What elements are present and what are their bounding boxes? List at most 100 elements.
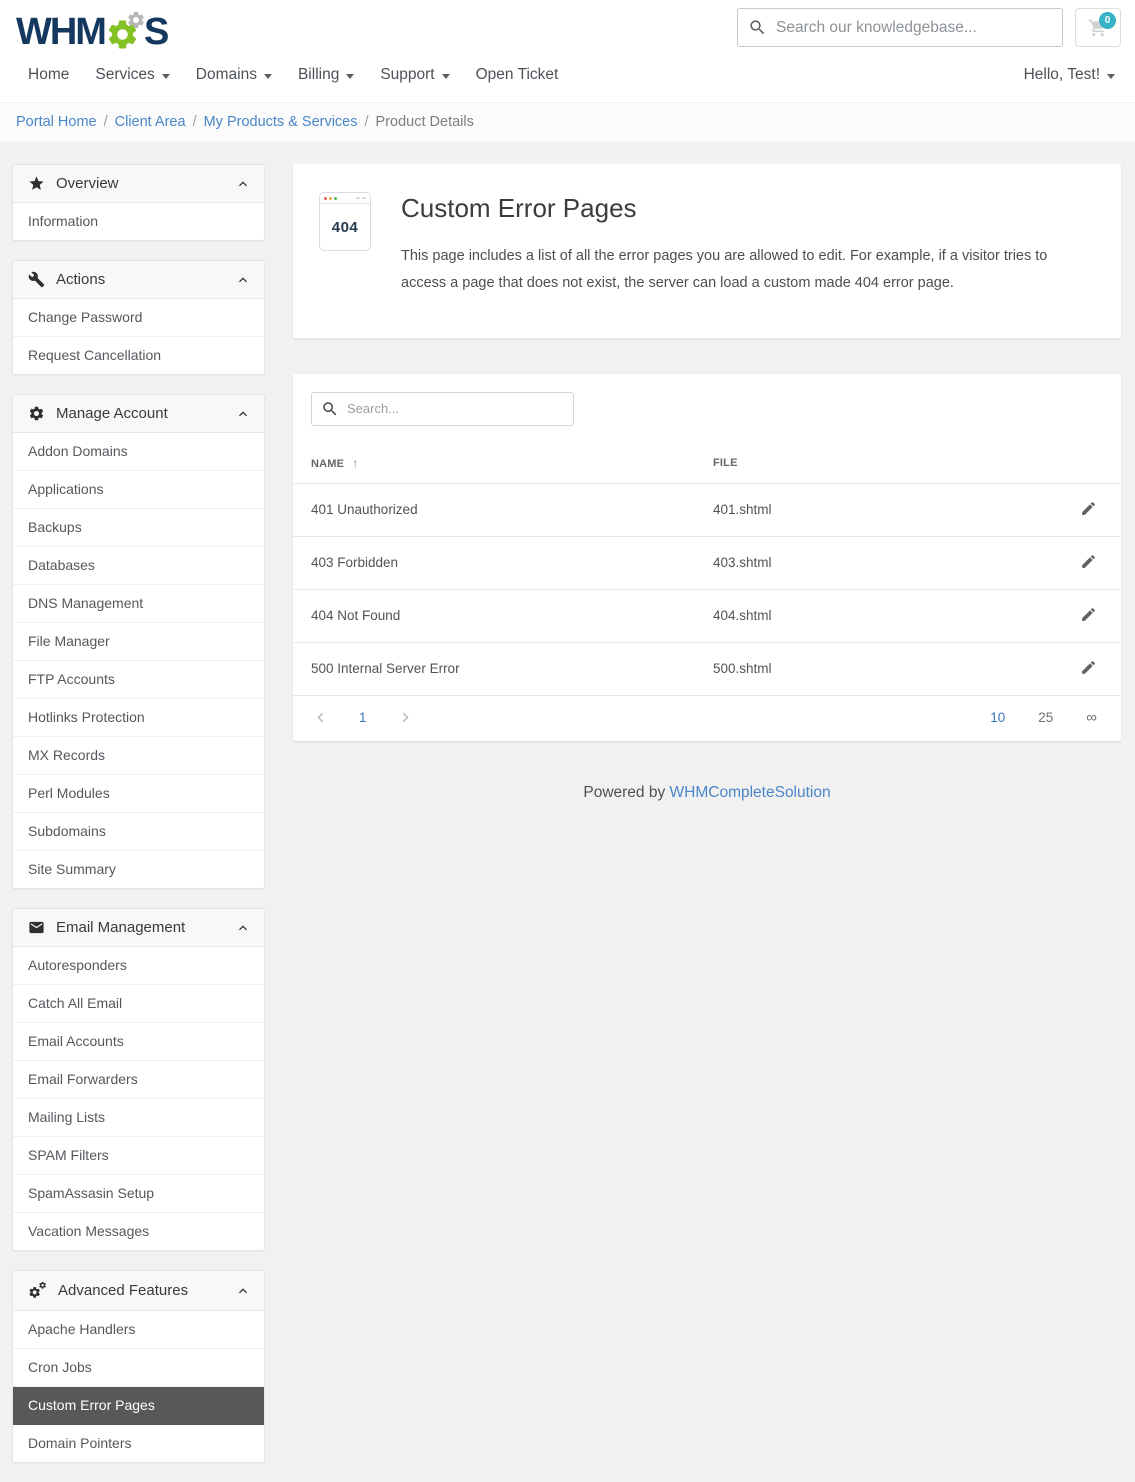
- sidebar-item-file-manager[interactable]: File Manager: [13, 623, 264, 661]
- caret-down-icon: [346, 74, 354, 79]
- panel-actions: Actions Change Password Request Cancella…: [12, 260, 265, 375]
- caret-down-icon: [264, 74, 272, 79]
- panel-header-actions[interactable]: Actions: [13, 261, 264, 299]
- sidebar-item-backups[interactable]: Backups: [13, 509, 264, 547]
- sidebar-item-addon-domains[interactable]: Addon Domains: [13, 433, 264, 471]
- sidebar: Overview Information Actions Change Pass…: [12, 164, 265, 1482]
- error-pages-table-card: NAME↑ FILE 401 Unauthorized 401.shtml 40…: [293, 374, 1121, 741]
- knowledgebase-search: [737, 8, 1063, 47]
- error-page-file: 403.shtml: [713, 536, 1059, 589]
- breadcrumb-my-products[interactable]: My Products & Services: [204, 114, 358, 130]
- edit-button[interactable]: [1080, 659, 1097, 676]
- sidebar-item-information[interactable]: Information: [13, 203, 264, 240]
- sidebar-item-dns-management[interactable]: DNS Management: [13, 585, 264, 623]
- caret-down-icon: [162, 74, 170, 79]
- sidebar-item-catch-all-email[interactable]: Catch All Email: [13, 985, 264, 1023]
- table-row: 401 Unauthorized 401.shtml: [293, 483, 1121, 536]
- page-description: This page includes a list of all the err…: [401, 243, 1091, 297]
- error-page-file: 500.shtml: [713, 642, 1059, 695]
- breadcrumb-client-area[interactable]: Client Area: [115, 114, 186, 130]
- panel-email-management: Email Management Autoresponders Catch Al…: [12, 908, 265, 1251]
- sidebar-item-databases[interactable]: Databases: [13, 547, 264, 585]
- sidebar-item-custom-error-pages[interactable]: Custom Error Pages: [13, 1387, 264, 1425]
- error-page-name: 401 Unauthorized: [293, 483, 713, 536]
- panel-header-overview[interactable]: Overview: [13, 165, 264, 203]
- previous-page-button[interactable]: [311, 708, 330, 727]
- chevron-up-icon: [235, 1283, 251, 1299]
- sidebar-item-email-forwarders[interactable]: Email Forwarders: [13, 1061, 264, 1099]
- edit-button[interactable]: [1080, 553, 1097, 570]
- panel-header-manage-account[interactable]: Manage Account: [13, 395, 264, 433]
- page-number[interactable]: 1: [359, 710, 367, 725]
- panel-title: Advanced Features: [58, 1282, 235, 1299]
- panel-overview: Overview Information: [12, 164, 265, 241]
- error-pages-table: NAME↑ FILE 401 Unauthorized 401.shtml 40…: [293, 440, 1121, 695]
- panel-header-advanced-features[interactable]: Advanced Features: [13, 1271, 264, 1311]
- nav-item-open-ticket[interactable]: Open Ticket: [463, 60, 572, 90]
- search-icon: [321, 400, 339, 418]
- page-size-25[interactable]: 25: [1038, 710, 1053, 725]
- cart-count-badge: 0: [1099, 12, 1116, 29]
- panel-header-email-management[interactable]: Email Management: [13, 909, 264, 947]
- gears-icon: [28, 1281, 47, 1300]
- caret-down-icon: [442, 74, 450, 79]
- error-page-file: 401.shtml: [713, 483, 1059, 536]
- table-search-input[interactable]: [347, 401, 564, 416]
- account-menu[interactable]: Hello, Test!: [1024, 66, 1119, 84]
- edit-icon: [1080, 606, 1097, 623]
- page-size-all[interactable]: ∞: [1086, 711, 1097, 724]
- next-page-button[interactable]: [396, 708, 415, 727]
- sidebar-item-cron-jobs[interactable]: Cron Jobs: [13, 1349, 264, 1387]
- sidebar-item-change-password[interactable]: Change Password: [13, 299, 264, 337]
- whmcs-logo[interactable]: WHM S: [16, 6, 167, 58]
- sidebar-item-autoresponders[interactable]: Autoresponders: [13, 947, 264, 985]
- nav-item-billing[interactable]: Billing: [285, 60, 367, 90]
- sidebar-item-vacation-messages[interactable]: Vacation Messages: [13, 1213, 264, 1250]
- nav-item-services[interactable]: Services: [82, 60, 182, 90]
- panel-advanced-features: Advanced Features Apache Handlers Cron J…: [12, 1270, 265, 1463]
- envelope-icon: [28, 919, 45, 936]
- sidebar-item-site-summary[interactable]: Site Summary: [13, 851, 264, 888]
- gear-icon: [28, 405, 45, 422]
- cart-button[interactable]: 0: [1075, 8, 1121, 47]
- nav-item-support[interactable]: Support: [367, 60, 462, 90]
- table-row: 403 Forbidden 403.shtml: [293, 536, 1121, 589]
- sidebar-item-hotlinks-protection[interactable]: Hotlinks Protection: [13, 699, 264, 737]
- edit-icon: [1080, 553, 1097, 570]
- chevron-left-icon: [311, 708, 330, 727]
- sidebar-item-ftp-accounts[interactable]: FTP Accounts: [13, 661, 264, 699]
- sidebar-item-request-cancellation[interactable]: Request Cancellation: [13, 337, 264, 374]
- sidebar-item-mx-records[interactable]: MX Records: [13, 737, 264, 775]
- sidebar-item-spamassasin-setup[interactable]: SpamAssasin Setup: [13, 1175, 264, 1213]
- chevron-up-icon: [235, 176, 251, 192]
- error-page-name: 500 Internal Server Error: [293, 642, 713, 695]
- knowledgebase-search-input[interactable]: [776, 19, 1052, 37]
- sidebar-item-applications[interactable]: Applications: [13, 471, 264, 509]
- page-size-10[interactable]: 10: [990, 710, 1005, 725]
- whmcompletesolution-link[interactable]: WHMCompleteSolution: [670, 784, 831, 801]
- edit-icon: [1080, 659, 1097, 676]
- sidebar-item-perl-modules[interactable]: Perl Modules: [13, 775, 264, 813]
- logo-text-prefix: WHM: [16, 6, 105, 58]
- breadcrumb-portal-home[interactable]: Portal Home: [16, 114, 97, 130]
- column-header-name[interactable]: NAME↑: [293, 440, 713, 484]
- nav-item-home[interactable]: Home: [16, 60, 82, 90]
- sidebar-item-email-accounts[interactable]: Email Accounts: [13, 1023, 264, 1061]
- sidebar-item-domain-pointers[interactable]: Domain Pointers: [13, 1425, 264, 1462]
- sidebar-item-apache-handlers[interactable]: Apache Handlers: [13, 1311, 264, 1349]
- sidebar-item-mailing-lists[interactable]: Mailing Lists: [13, 1099, 264, 1137]
- error-page-name: 403 Forbidden: [293, 536, 713, 589]
- edit-button[interactable]: [1080, 606, 1097, 623]
- panel-title: Manage Account: [56, 405, 235, 422]
- table-row: 500 Internal Server Error 500.shtml: [293, 642, 1121, 695]
- edit-button[interactable]: [1080, 500, 1097, 517]
- error-page-file: 404.shtml: [713, 589, 1059, 642]
- caret-down-icon: [1107, 74, 1115, 79]
- nav-item-domains[interactable]: Domains: [183, 60, 285, 90]
- breadcrumb-current: Product Details: [376, 114, 474, 130]
- main-content: 404 Custom Error Pages This page include…: [293, 164, 1121, 802]
- sidebar-item-subdomains[interactable]: Subdomains: [13, 813, 264, 851]
- sidebar-item-spam-filters[interactable]: SPAM Filters: [13, 1137, 264, 1175]
- panel-title: Email Management: [56, 919, 235, 936]
- column-header-file[interactable]: FILE: [713, 440, 1059, 484]
